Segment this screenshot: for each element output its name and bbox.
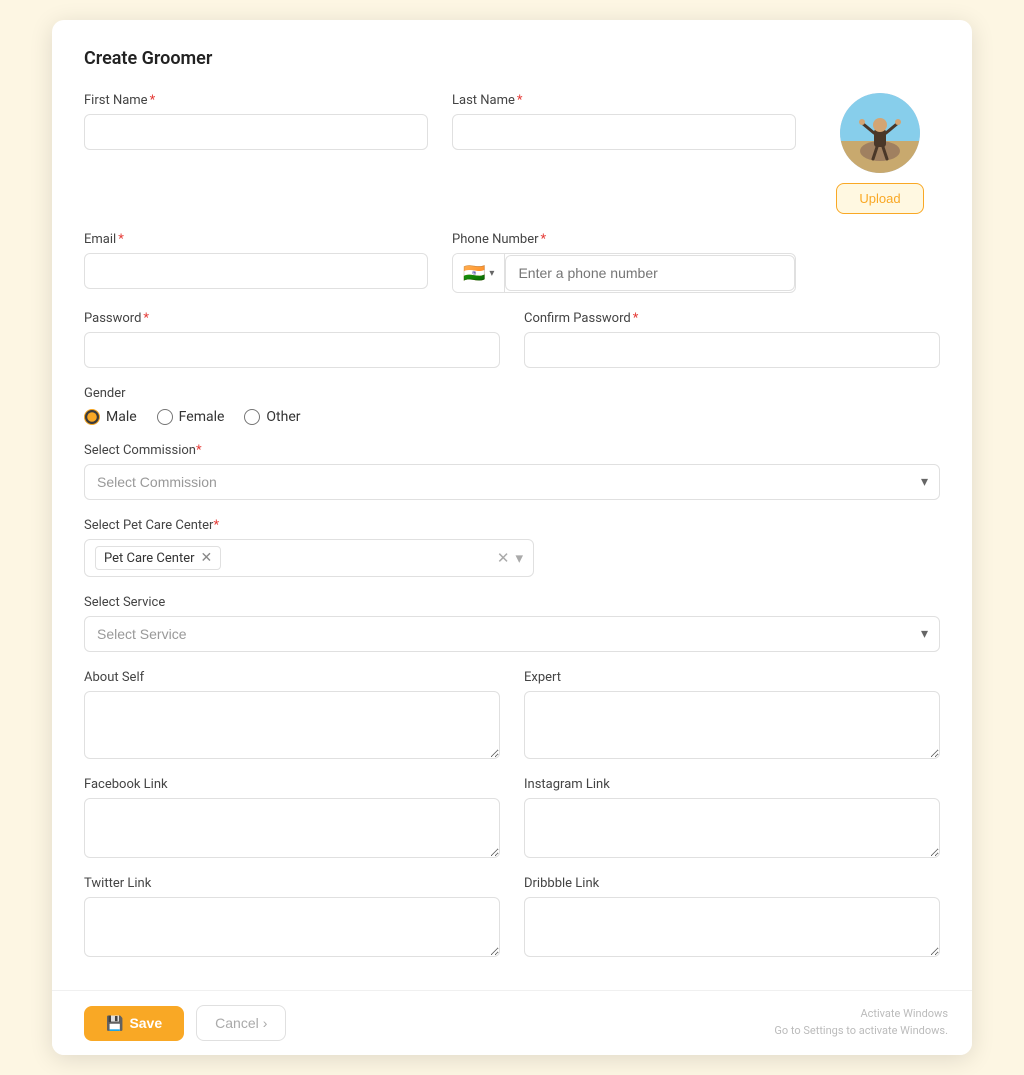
gender-other-option[interactable]: Other xyxy=(244,409,300,425)
expert-label: Expert xyxy=(524,670,940,685)
phone-input-wrapper: 🇮🇳 ▾ xyxy=(452,253,796,293)
password-label: Password* xyxy=(84,311,500,326)
commission-select[interactable]: Select Commission xyxy=(84,464,940,500)
password-field: Password* xyxy=(84,311,500,368)
commission-select-wrapper: Select Commission xyxy=(84,464,940,500)
service-select[interactable]: Select Service xyxy=(84,616,940,652)
confirm-password-label: Confirm Password* xyxy=(524,311,940,326)
facebook-input[interactable] xyxy=(84,798,500,858)
facebook-field: Facebook Link xyxy=(84,777,500,858)
commission-label: Select Commission* xyxy=(84,443,940,458)
gender-other-radio[interactable] xyxy=(244,409,260,425)
first-name-input[interactable] xyxy=(84,114,428,150)
gender-female-option[interactable]: Female xyxy=(157,409,225,425)
last-name-input[interactable] xyxy=(452,114,796,150)
page-title: Create Groomer xyxy=(84,48,940,69)
dribbble-field: Dribbble Link xyxy=(524,876,940,957)
pet-care-dropdown-icon[interactable]: ▾ xyxy=(515,549,523,567)
gender-female-label: Female xyxy=(179,409,225,425)
remove-pet-care-tag-button[interactable]: ✕ xyxy=(201,550,213,566)
service-field: Select Service Select Service xyxy=(84,595,940,652)
commission-field: Select Commission* Select Commission xyxy=(84,443,940,500)
pet-care-clear-icon[interactable]: ✕ xyxy=(497,549,510,567)
about-self-label: About Self xyxy=(84,670,500,685)
cancel-chevron-icon: › xyxy=(263,1015,268,1031)
footer-bar: 💾 Save Cancel › xyxy=(52,990,972,1055)
phone-input[interactable] xyxy=(505,255,795,291)
about-self-input[interactable] xyxy=(84,691,500,759)
create-groomer-modal: Create Groomer First Name* Last Name* xyxy=(52,20,972,1055)
save-button[interactable]: 💾 Save xyxy=(84,1006,184,1041)
about-self-field: About Self xyxy=(84,670,500,759)
email-label: Email* xyxy=(84,232,428,247)
confirm-password-input[interactable] xyxy=(524,332,940,368)
email-field: Email* xyxy=(84,232,428,293)
gender-male-radio[interactable] xyxy=(84,409,100,425)
phone-label: Phone Number* xyxy=(452,232,796,247)
password-input[interactable] xyxy=(84,332,500,368)
last-name-field: Last Name* xyxy=(452,93,796,214)
email-input[interactable] xyxy=(84,253,428,289)
phone-field: Phone Number* 🇮🇳 ▾ xyxy=(452,232,796,293)
gender-female-radio[interactable] xyxy=(157,409,173,425)
gender-male-option[interactable]: Male xyxy=(84,409,137,425)
confirm-password-field: Confirm Password* xyxy=(524,311,940,368)
pet-care-field: Select Pet Care Center* Pet Care Center … xyxy=(84,518,940,577)
gender-male-label: Male xyxy=(106,409,137,425)
twitter-field: Twitter Link xyxy=(84,876,500,957)
service-select-wrapper: Select Service xyxy=(84,616,940,652)
flag-chevron-icon: ▾ xyxy=(489,268,494,279)
pet-care-actions: ✕ ▾ xyxy=(497,549,523,567)
gender-other-label: Other xyxy=(266,409,300,425)
gender-section: Gender Male Female Other xyxy=(84,386,940,425)
gender-options: Male Female Other xyxy=(84,409,940,425)
pet-care-select-wrapper[interactable]: Pet Care Center ✕ ✕ ▾ xyxy=(84,539,534,577)
instagram-label: Instagram Link xyxy=(524,777,940,792)
twitter-label: Twitter Link xyxy=(84,876,500,891)
gender-label: Gender xyxy=(84,386,940,401)
phone-flag-selector[interactable]: 🇮🇳 ▾ xyxy=(453,254,505,292)
service-label: Select Service xyxy=(84,595,940,610)
upload-button[interactable]: Upload xyxy=(836,183,923,214)
avatar xyxy=(840,93,920,173)
last-name-label: Last Name* xyxy=(452,93,796,108)
cancel-button[interactable]: Cancel › xyxy=(196,1005,286,1041)
avatar-section: Upload xyxy=(820,93,940,214)
twitter-input[interactable] xyxy=(84,897,500,957)
instagram-field: Instagram Link xyxy=(524,777,940,858)
first-name-field: First Name* xyxy=(84,93,428,214)
dribbble-label: Dribbble Link xyxy=(524,876,940,891)
dribbble-input[interactable] xyxy=(524,897,940,957)
instagram-input[interactable] xyxy=(524,798,940,858)
pet-care-tag: Pet Care Center ✕ xyxy=(95,546,221,570)
india-flag-icon: 🇮🇳 xyxy=(463,263,485,284)
save-icon: 💾 xyxy=(106,1015,123,1032)
expert-field: Expert xyxy=(524,670,940,759)
pet-care-label: Select Pet Care Center* xyxy=(84,518,940,533)
first-name-label: First Name* xyxy=(84,93,428,108)
facebook-label: Facebook Link xyxy=(84,777,500,792)
expert-input[interactable] xyxy=(524,691,940,759)
